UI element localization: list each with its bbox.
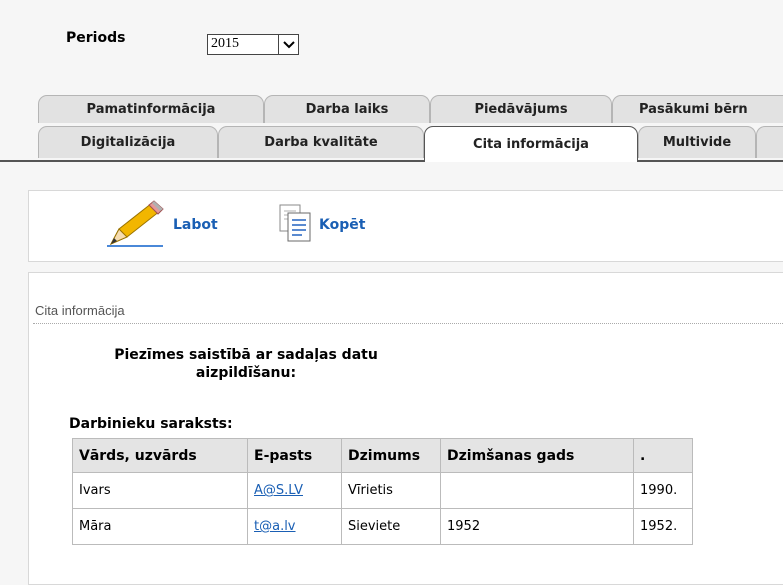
header-name: Vārds, uzvārds: [72, 438, 248, 473]
header-dot: .: [633, 438, 693, 473]
copy-label: Kopēt: [319, 217, 366, 233]
edit-label: Labot: [173, 217, 218, 233]
tab-piedavajums[interactable]: Piedāvājums: [430, 95, 612, 123]
content-panel: Cita informācija Piezīmes saistībā ar sa…: [28, 272, 783, 585]
notes-label: Piezīmes saistībā ar sadaļas datu aizpil…: [114, 347, 378, 381]
tabs-row-2: Digitalizācija Darba kvalitāte Cita info…: [0, 126, 783, 162]
copy-icon: [277, 203, 313, 247]
header-birth-year: Dzimšanas gads: [440, 438, 634, 473]
copy-button[interactable]: Kopēt: [277, 199, 365, 251]
staff-label: Darbinieku saraksts:: [69, 416, 233, 432]
toolbar: Labot Kopēt: [28, 190, 783, 262]
email-link[interactable]: t@a.lv: [254, 519, 296, 534]
cell-birth-year: [440, 472, 634, 509]
tab-overflow[interactable]: [756, 126, 783, 158]
tab-digitalizacija[interactable]: Digitalizācija: [38, 126, 218, 158]
period-label: Periods: [66, 30, 126, 46]
cell-email: A@S.LV: [247, 472, 342, 509]
cell-gender: Vīrietis: [341, 472, 441, 509]
table-header-row: Vārds, uzvārds E-pasts Dzimums Dzimšanas…: [72, 438, 693, 473]
cell-name: Māra: [72, 508, 248, 545]
tab-pasakumi[interactable]: Pasākumi bērn: [612, 95, 783, 123]
tab-baseline: [0, 160, 783, 162]
cell-gender: Sieviete: [341, 508, 441, 545]
tab-darba-kvalitate[interactable]: Darba kvalitāte: [218, 126, 424, 158]
period-value: 2015: [211, 36, 239, 51]
cell-name: Ivars: [72, 472, 248, 509]
header-email: E-pasts: [247, 438, 342, 473]
email-link[interactable]: A@S.LV: [254, 483, 303, 498]
tab-pamatinformacija[interactable]: Pamatinformācija: [38, 95, 264, 123]
section-divider: [33, 323, 783, 324]
cell-email: t@a.lv: [247, 508, 342, 545]
table-row: Māra t@a.lv Sieviete 1952 1952.: [72, 508, 693, 545]
header-gender: Dzimums: [341, 438, 441, 473]
tabs-row-1: Pamatinformācija Darba laiks Piedāvājums…: [0, 95, 783, 124]
pencil-icon: [105, 198, 167, 252]
period-select[interactable]: 2015: [207, 34, 299, 55]
tab-cita-informacija[interactable]: Cita informācija: [424, 126, 638, 162]
tab-darba-laiks[interactable]: Darba laiks: [264, 95, 430, 123]
chevron-down-icon[interactable]: [278, 35, 298, 54]
staff-table: Vārds, uzvārds E-pasts Dzimums Dzimšanas…: [72, 438, 693, 545]
cell-dot: 1990.: [633, 472, 693, 509]
edit-button[interactable]: Labot: [105, 199, 218, 251]
cell-dot: 1952.: [633, 508, 693, 545]
tab-multivide[interactable]: Multivide: [638, 126, 756, 158]
section-title: Cita informācija: [35, 303, 125, 318]
table-row: Ivars A@S.LV Vīrietis 1990.: [72, 472, 693, 509]
cell-birth-year: 1952: [440, 508, 634, 545]
